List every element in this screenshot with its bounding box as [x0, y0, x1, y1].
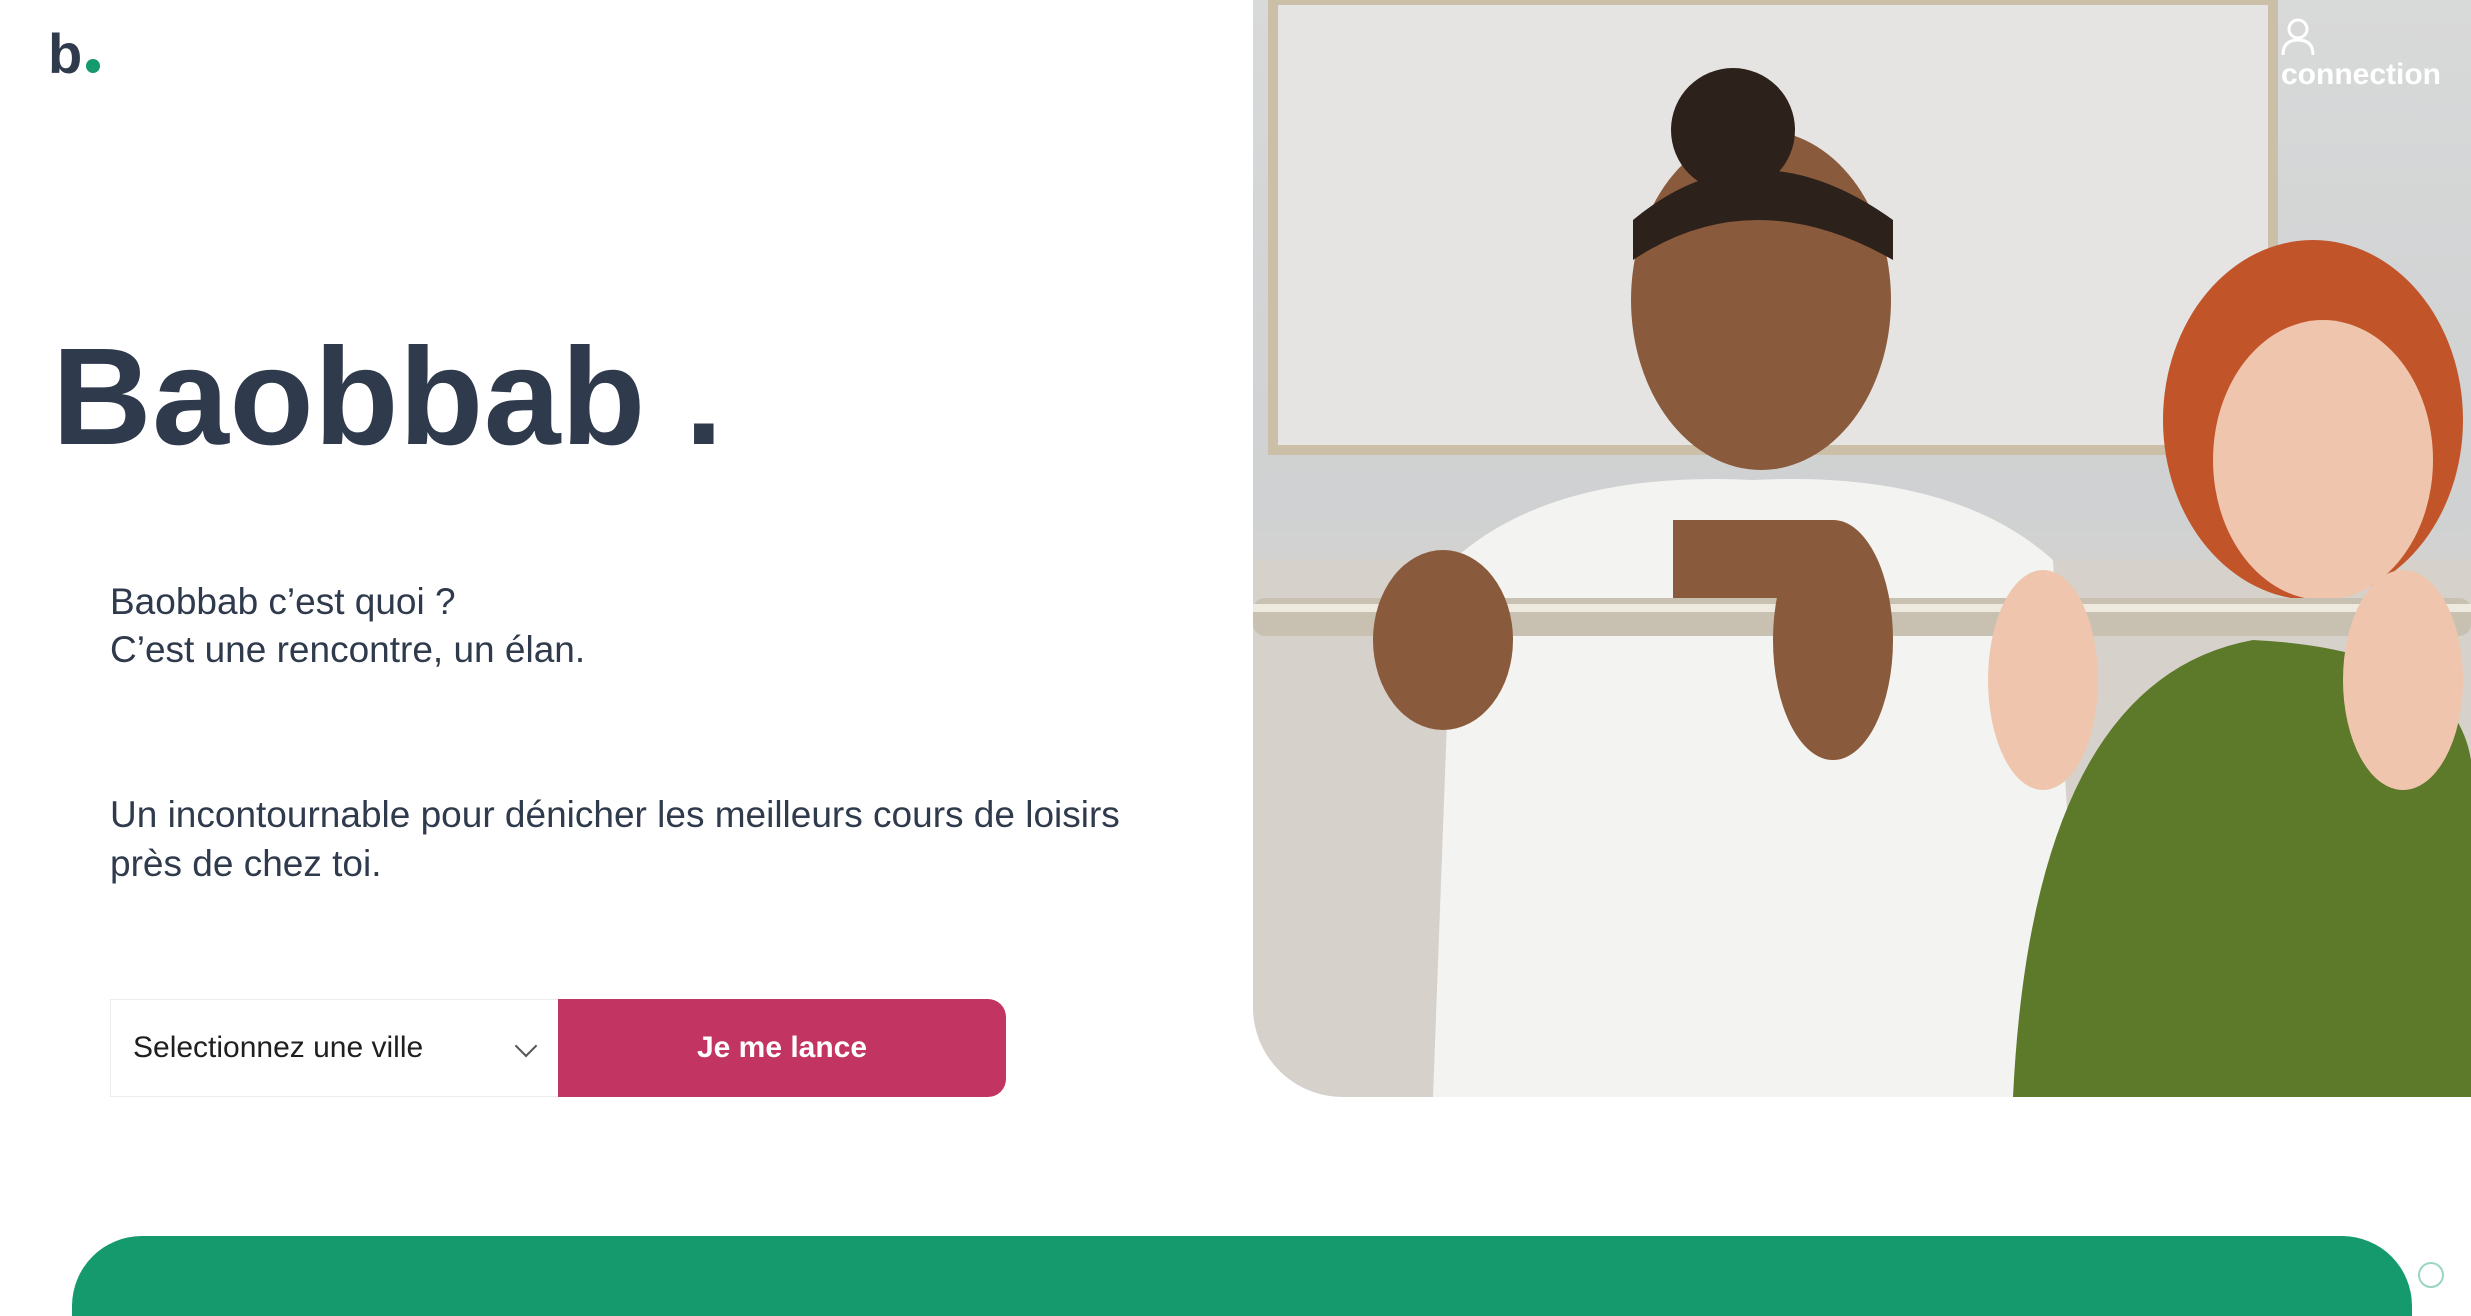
hero-photo: connection [1253, 0, 2471, 1097]
logo-letter: b [48, 22, 83, 85]
city-select[interactable]: Selectionnez une ville [110, 999, 558, 1097]
page-title: Baobbab . [52, 320, 724, 474]
brand-logo[interactable]: b [48, 22, 101, 85]
chevron-down-icon [514, 1034, 538, 1058]
city-select-value: Selectionnez une ville [133, 1031, 424, 1064]
connection-label: connection [2281, 58, 2442, 91]
scroll-indicator[interactable] [2418, 1262, 2444, 1288]
logo-dot [86, 59, 101, 73]
user-icon [2281, 18, 2315, 56]
start-button[interactable]: Je me lance [558, 999, 1006, 1097]
green-footer-band [72, 1236, 2412, 1316]
pitch-text: Un incontournable pour dénicher les meil… [110, 794, 1120, 884]
intro-line-question: Baobbab c’est quoi ? [110, 581, 456, 622]
intro-line-answer: C’est une rencontre, un élan. [110, 629, 586, 670]
flute-lesson-illustration [1253, 0, 2471, 1097]
connection-link[interactable]: connection [2281, 18, 2442, 92]
intro-text: Baobbab c’est quoi ? C’est une rencontre… [110, 578, 585, 674]
